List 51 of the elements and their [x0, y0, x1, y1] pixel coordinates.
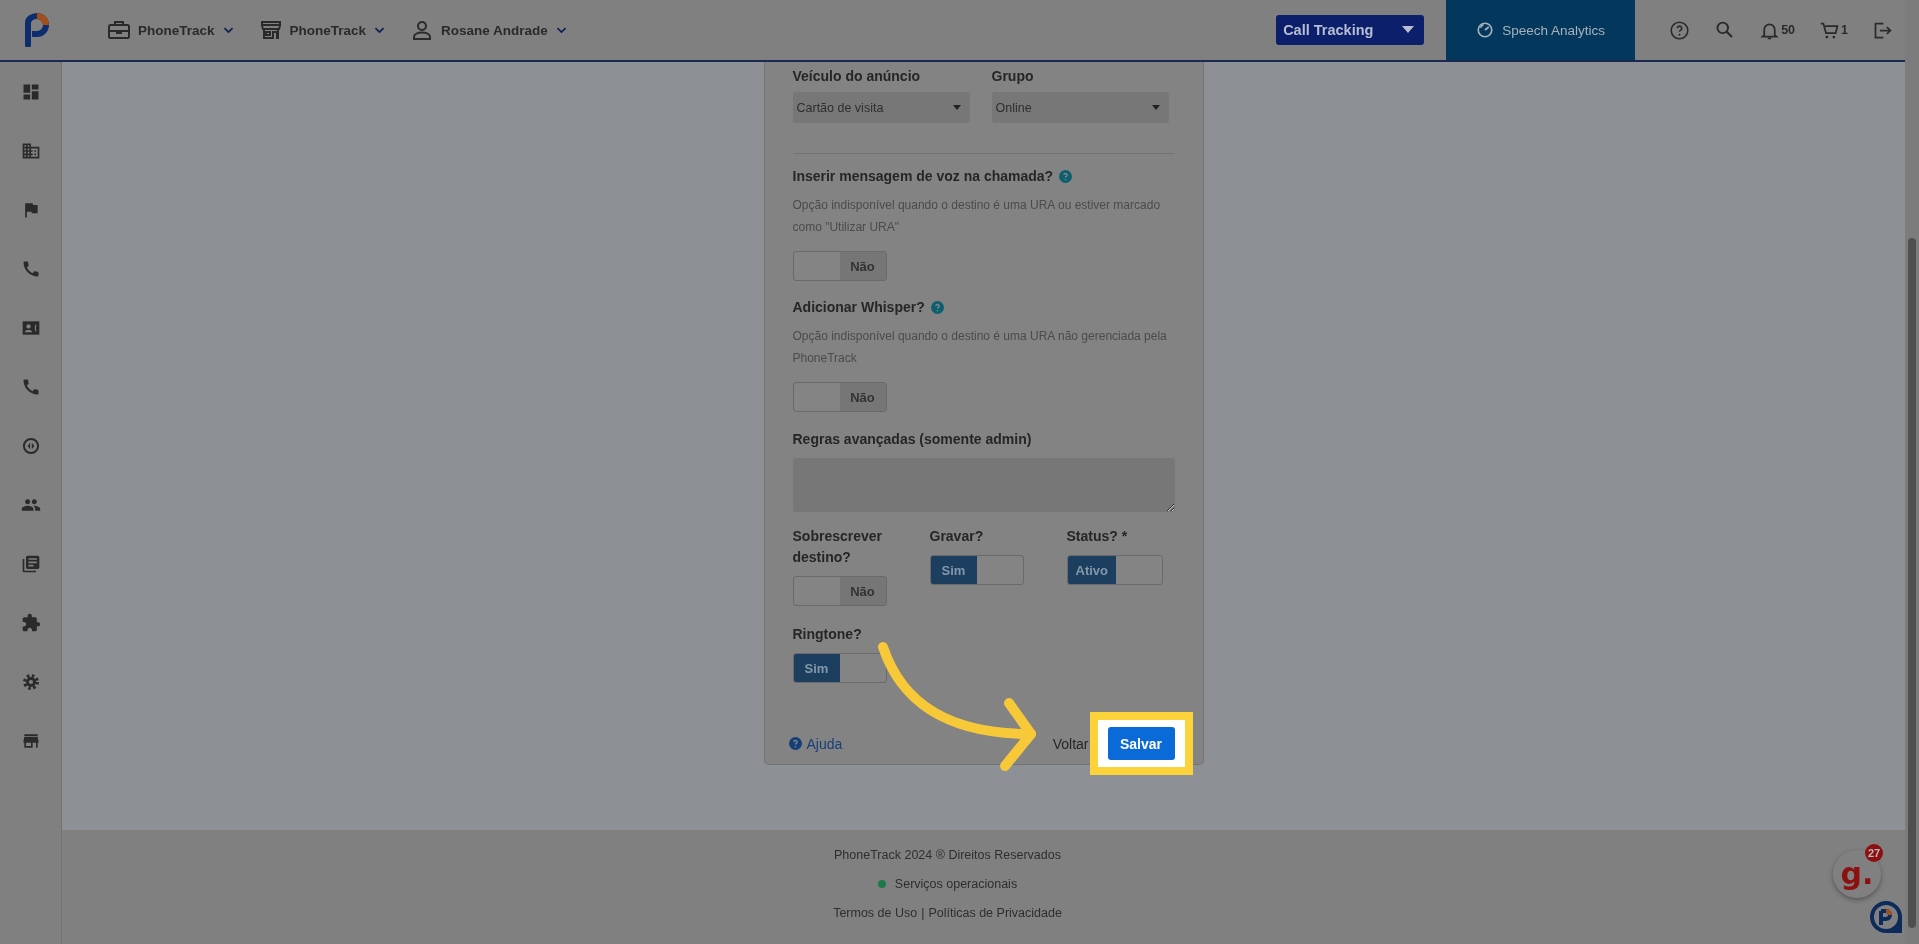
gauge-icon [1476, 21, 1495, 39]
nav-menu[interactable]: Rosane Andrade [410, 18, 568, 42]
help-icon[interactable] [930, 300, 944, 314]
bell-button[interactable]: 50 [1759, 19, 1796, 41]
help-button[interactable] [1669, 19, 1691, 41]
nav-menu[interactable]: PhoneTrack [258, 18, 387, 42]
help-icon [788, 737, 802, 750]
store-icon [258, 18, 283, 42]
select-field[interactable]: Cartão de visita [792, 92, 970, 123]
toggle-switch[interactable]: Ativo [1066, 555, 1163, 585]
help-link[interactable]: Ajuda [788, 735, 843, 752]
copyright-text: PhoneTrack 2024 ® Direitos Reservados [834, 847, 1061, 864]
field-label: Veículo do anúncio [792, 67, 922, 86]
help-icon[interactable] [1059, 169, 1073, 183]
toggle-switch[interactable]: Sim [929, 555, 1024, 585]
toggle-switch[interactable]: Sim [792, 653, 887, 683]
footer-link[interactable]: Políticas de Privacidade [928, 903, 1062, 923]
disc-icon[interactable] [20, 436, 41, 456]
speech-analytics-button[interactable]: Speech Analytics [1446, 0, 1636, 60]
field-label: Gravar? [929, 527, 985, 546]
field-label: Adicionar Whisper? [792, 298, 925, 317]
caret-icon [1402, 26, 1415, 34]
field-label: Sobrescrever destino? [792, 527, 883, 567]
puzzle-icon[interactable] [20, 613, 41, 633]
toggle-switch[interactable]: Não [792, 576, 887, 606]
field-label: Status? * [1066, 527, 1129, 546]
save-button[interactable]: Salvar [1107, 727, 1175, 760]
scrollbar-thumb[interactable] [1908, 238, 1916, 928]
briefcase-icon [107, 18, 131, 42]
status-text: Serviços operacionais [894, 876, 1018, 893]
field-label: Regras avançadas (somente admin) [792, 430, 1033, 449]
field-label: Grupo [991, 67, 1035, 86]
separator: | [921, 905, 925, 922]
contact-card-icon[interactable] [20, 318, 41, 338]
logo-icon[interactable] [1869, 900, 1903, 934]
help-icon [1669, 19, 1691, 41]
back-button[interactable]: Voltar [1052, 735, 1089, 752]
field-label: Inserir mensagem de voz na chamada? [792, 167, 1054, 186]
footer-link[interactable]: Termos de Uso [833, 903, 918, 923]
nav-menu[interactable]: PhoneTrack [107, 18, 235, 42]
product-select[interactable]: Call Tracking [1276, 15, 1425, 45]
toggle-switch[interactable]: Não [792, 251, 887, 281]
building-icon[interactable] [20, 141, 41, 161]
caret-icon [952, 105, 961, 110]
field-label: Ringtone? [792, 625, 863, 644]
toggle-switch[interactable]: Não [792, 382, 887, 412]
caret-icon [1151, 105, 1160, 110]
list-icon[interactable] [20, 554, 41, 574]
select-field[interactable]: Online [991, 92, 1169, 123]
settings-icon[interactable] [20, 672, 41, 692]
cart-button[interactable]: 1 [1819, 19, 1848, 41]
